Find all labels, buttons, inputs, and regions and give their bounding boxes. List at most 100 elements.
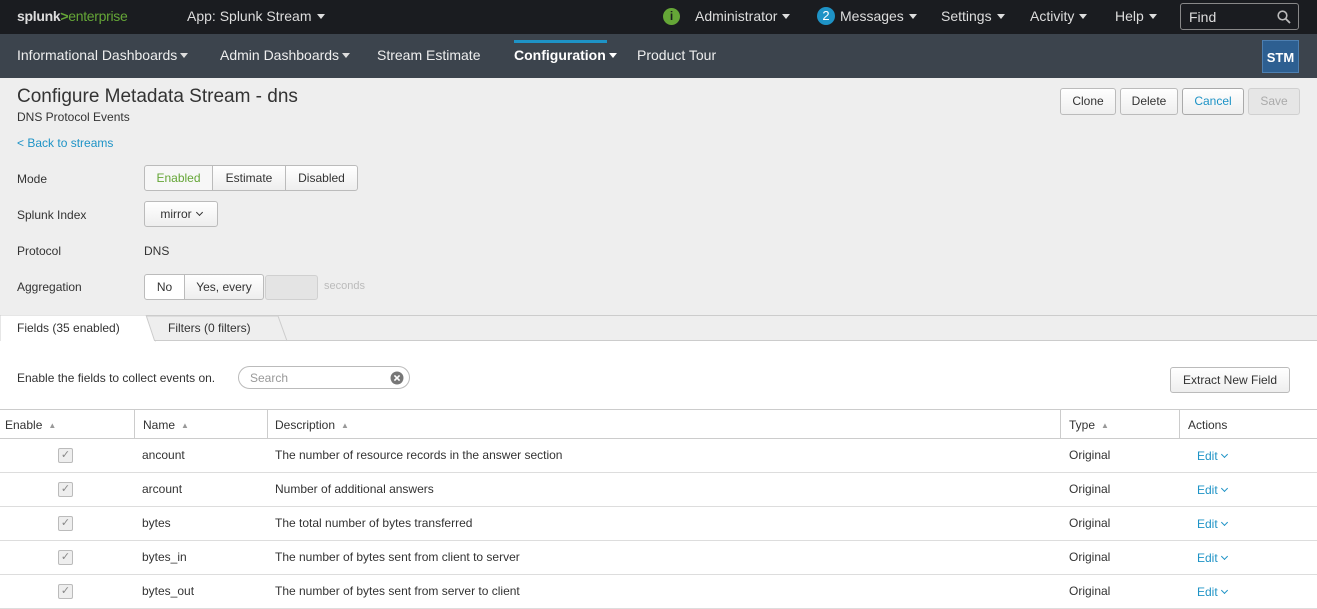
- global-top-bar: splunk>enterprise App: Splunk Stream i A…: [0, 0, 1317, 34]
- aggregation-seconds-input[interactable]: [265, 275, 318, 300]
- logo-suffix: enterprise: [68, 8, 128, 24]
- nav-label: Product Tour: [637, 47, 717, 63]
- settings-menu[interactable]: Settings: [941, 0, 1005, 34]
- col-header-description[interactable]: Description ▲︎: [268, 409, 1061, 439]
- field-name: bytes: [142, 516, 171, 530]
- mode-enabled-option[interactable]: Enabled: [144, 165, 213, 191]
- edit-label: Edit: [1197, 585, 1218, 599]
- help-menu[interactable]: Help: [1115, 0, 1157, 34]
- field-name: ancount: [142, 448, 185, 462]
- enable-checkbox[interactable]: ✓: [58, 516, 73, 531]
- chevron-down-icon: [1220, 484, 1228, 493]
- enable-checkbox[interactable]: ✓: [58, 482, 73, 497]
- clear-search-icon[interactable]: [390, 371, 404, 385]
- search-icon[interactable]: [1277, 10, 1291, 24]
- save-button[interactable]: Save: [1248, 88, 1300, 115]
- page-title: Configure Metadata Stream - dns: [17, 86, 298, 107]
- edit-label: Edit: [1197, 483, 1218, 497]
- splunk-index-value: mirror: [160, 207, 192, 221]
- mode-estimate-option[interactable]: Estimate: [212, 165, 286, 191]
- enable-checkbox[interactable]: ✓: [58, 448, 73, 463]
- logo-prefix: splunk: [17, 8, 61, 24]
- fields-search-input[interactable]: Search: [238, 366, 410, 389]
- field-description: The number of resource records in the an…: [275, 448, 563, 462]
- aggregation-yes-option[interactable]: Yes, every: [184, 274, 264, 300]
- extract-new-field-button[interactable]: Extract New Field: [1170, 367, 1290, 393]
- tab-filters[interactable]: Filters (0 filters): [168, 316, 251, 343]
- edit-label: Edit: [1197, 517, 1218, 531]
- table-row: ✓ bytes_out The number of bytes sent fro…: [0, 575, 1317, 609]
- aggregation-no-option[interactable]: No: [144, 274, 185, 300]
- field-type: Original: [1069, 550, 1111, 564]
- splunk-index-dropdown[interactable]: mirror: [144, 201, 218, 227]
- nav-stream-estimate[interactable]: Stream Estimate: [377, 34, 480, 78]
- nav-product-tour[interactable]: Product Tour: [637, 34, 716, 78]
- col-header-actions: Actions: [1180, 409, 1317, 439]
- protocol-value: DNS: [144, 244, 170, 258]
- messages-count-badge[interactable]: 2: [817, 7, 835, 25]
- edit-action[interactable]: Edit: [1197, 440, 1228, 473]
- edit-action[interactable]: Edit: [1197, 474, 1228, 507]
- col-header-name[interactable]: Name ▲︎: [135, 409, 268, 439]
- chevron-down-icon: [1220, 552, 1228, 561]
- chevron-down-icon: [908, 13, 917, 19]
- enable-checkbox[interactable]: ✓: [58, 550, 73, 565]
- activity-menu[interactable]: Activity: [1030, 0, 1088, 34]
- active-nav-underline: [514, 40, 607, 43]
- help-menu-label: Help: [1115, 8, 1144, 24]
- nav-label: Configuration: [514, 47, 606, 63]
- col-header-type[interactable]: Type ▲︎: [1061, 409, 1180, 439]
- tab-fields[interactable]: Fields (35 enabled): [17, 316, 120, 343]
- cancel-button[interactable]: Cancel: [1182, 88, 1244, 115]
- chevron-down-icon: [180, 52, 189, 58]
- aggregation-label: Aggregation: [17, 280, 82, 294]
- activity-menu-label: Activity: [1030, 8, 1075, 24]
- app-menu[interactable]: App: Splunk Stream: [187, 0, 325, 34]
- col-header-label: Name: [143, 418, 176, 432]
- field-description: Number of additional answers: [275, 482, 434, 496]
- chevron-down-icon: [1148, 13, 1157, 19]
- chevron-down-icon: [195, 208, 203, 217]
- find-input[interactable]: Find: [1180, 3, 1299, 30]
- table-row: ✓ bytes_in The number of bytes sent from…: [0, 541, 1317, 575]
- col-header-label: Enable: [5, 418, 43, 432]
- delete-button[interactable]: Delete: [1120, 88, 1178, 115]
- field-name: bytes_in: [142, 550, 187, 564]
- chevron-down-icon: [1079, 13, 1088, 19]
- user-menu[interactable]: Administrator: [695, 0, 791, 34]
- user-menu-label: Administrator: [695, 8, 778, 24]
- edit-action[interactable]: Edit: [1197, 542, 1228, 575]
- splunk-index-label: Splunk Index: [17, 208, 87, 222]
- nav-label: Informational Dashboards: [17, 47, 178, 63]
- seconds-unit-label: seconds: [324, 280, 365, 292]
- sort-icon: ▲︎: [341, 420, 349, 430]
- edit-label: Edit: [1197, 449, 1218, 463]
- chevron-down-icon: [996, 13, 1005, 19]
- field-type: Original: [1069, 482, 1111, 496]
- nav-informational-dashboards[interactable]: Informational Dashboards: [17, 34, 189, 78]
- field-description: The total number of bytes transferred: [275, 516, 473, 530]
- app-menu-label: App: Splunk Stream: [187, 8, 312, 24]
- back-to-streams-link[interactable]: < Back to streams: [17, 136, 113, 150]
- clone-button[interactable]: Clone: [1060, 88, 1116, 115]
- field-name: arcount: [142, 482, 183, 496]
- protocol-label: Protocol: [17, 244, 62, 258]
- col-header-enable[interactable]: Enable ▲︎: [0, 409, 135, 439]
- sort-icon: ▲︎: [48, 420, 57, 430]
- edit-action[interactable]: Edit: [1197, 508, 1228, 541]
- app-nav-bar: Informational Dashboards Admin Dashboard…: [0, 34, 1317, 78]
- sort-icon: ▲︎: [1101, 420, 1109, 430]
- mode-label: Mode: [17, 172, 48, 186]
- messages-menu-label: Messages: [840, 8, 904, 24]
- mode-disabled-option[interactable]: Disabled: [285, 165, 358, 191]
- app-icon[interactable]: STM: [1262, 40, 1299, 73]
- messages-menu[interactable]: Messages: [840, 0, 917, 34]
- nav-admin-dashboards[interactable]: Admin Dashboards: [220, 34, 351, 78]
- table-row: ✓ arcount Number of additional answers O…: [0, 473, 1317, 507]
- edit-action[interactable]: Edit: [1197, 576, 1228, 609]
- field-name: bytes_out: [142, 584, 195, 598]
- splunk-logo[interactable]: splunk>enterprise: [17, 0, 128, 34]
- enable-checkbox[interactable]: ✓: [58, 584, 73, 599]
- col-header-label: Type: [1069, 418, 1096, 432]
- info-status-icon[interactable]: i: [663, 8, 680, 25]
